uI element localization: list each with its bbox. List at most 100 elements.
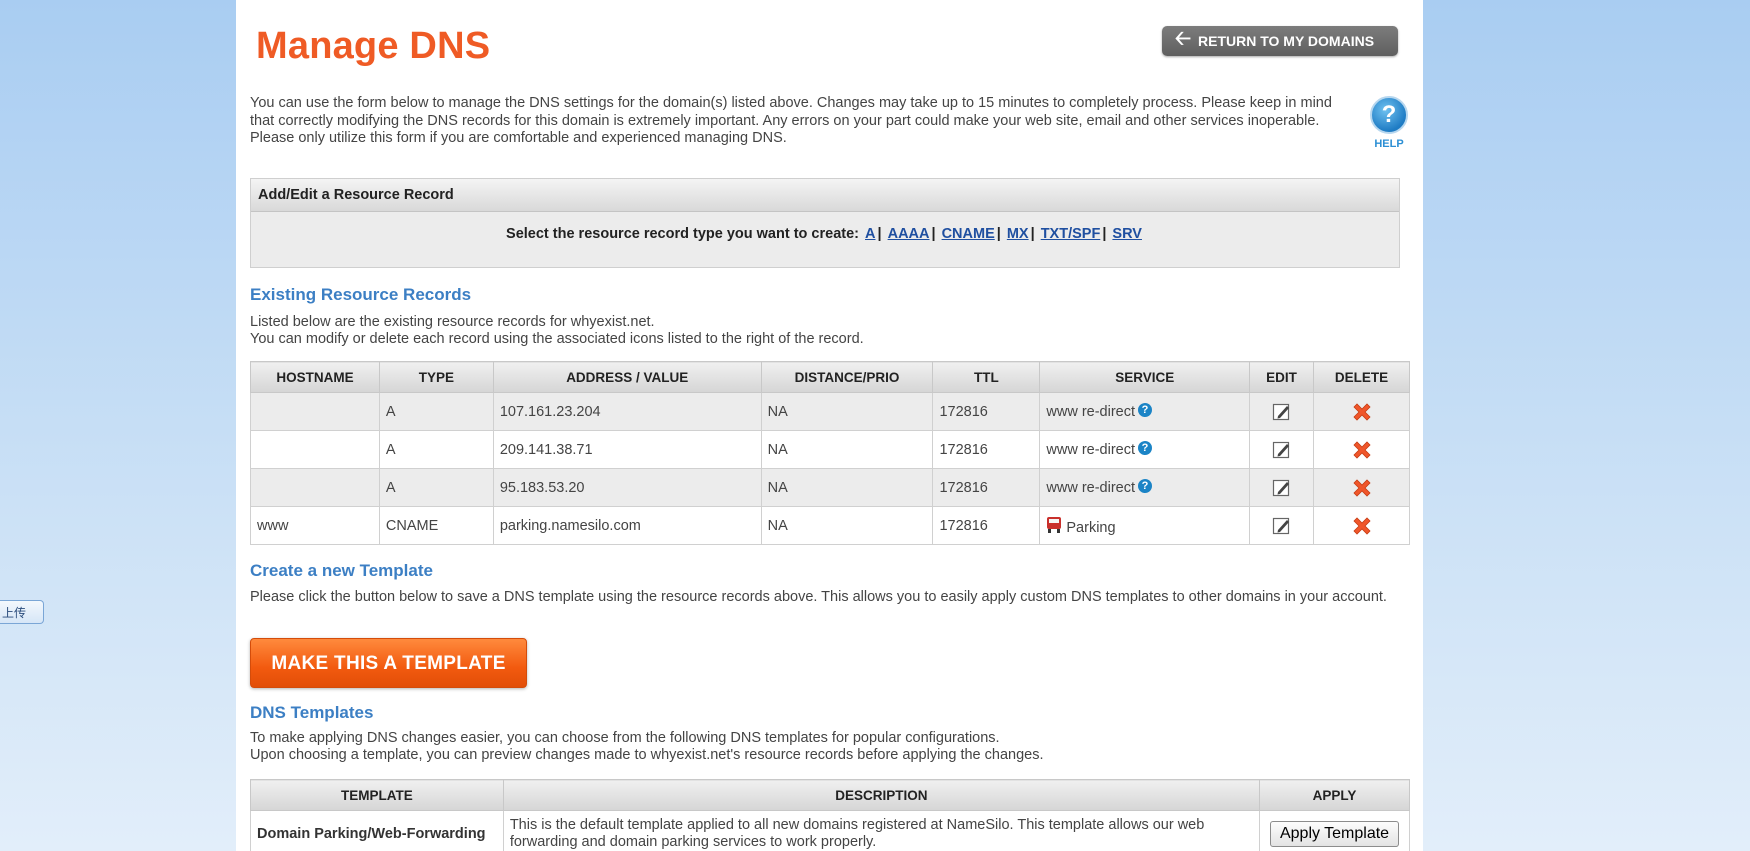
template-description-cell: This is the default template applied to … (502, 810, 1261, 851)
add-edit-record-panel: Add/Edit a Resource Record Select the re… (250, 178, 1400, 268)
column-header-value: ADDRESS / VALUE (492, 361, 762, 393)
table-header-row: HOSTNAME TYPE ADDRESS / VALUE DISTANCE/P… (250, 361, 1410, 393)
dns-templates-title: DNS Templates (250, 703, 374, 722)
delete-cell (1313, 468, 1410, 507)
service-label: www re-direct (1046, 442, 1135, 458)
existing-records-description: Listed below are the existing resource r… (250, 314, 1390, 348)
intro-text: You can use the form below to manage the… (250, 95, 1332, 146)
prio-cell: NA (760, 468, 934, 507)
add-edit-record-title: Add/Edit a Resource Record (251, 179, 1399, 212)
service-cell: Parking (1039, 506, 1251, 545)
record-type-aaaa-link[interactable]: AAAA (888, 226, 930, 242)
service-label: Parking (1066, 519, 1116, 536)
apply-cell: Apply Template (1259, 810, 1410, 851)
edit-icon[interactable] (1272, 440, 1292, 460)
type-cell: CNAME (378, 506, 494, 545)
create-template-description: Please click the button below to save a … (250, 589, 1387, 605)
return-to-domains-label: RETURN TO MY DOMAINS (1198, 33, 1375, 49)
column-header-service: SERVICE (1039, 361, 1251, 393)
return-to-domains-button[interactable]: 🡠 RETURN TO MY DOMAINS (1162, 26, 1398, 56)
value-cell: 107.161.23.204 (492, 392, 762, 431)
service-cell: www re-direct? (1039, 392, 1251, 431)
column-header-hostname: HOSTNAME (250, 361, 380, 393)
edit-icon[interactable] (1272, 516, 1292, 536)
service-label: www re-direct (1046, 480, 1135, 496)
record-type-mx-link[interactable]: MX (1007, 226, 1029, 242)
record-type-selector: Select the resource record type you want… (506, 226, 1142, 242)
dns-templates-table: TEMPLATE DESCRIPTION APPLY Domain Parkin… (250, 779, 1410, 851)
service-cell: www re-direct? (1039, 430, 1251, 469)
dns-templates-description: To make applying DNS changes easier, you… (250, 730, 1390, 764)
delete-icon[interactable] (1350, 400, 1374, 424)
side-upload-tab[interactable]: 上传 (0, 600, 44, 624)
resource-records-table: HOSTNAME TYPE ADDRESS / VALUE DISTANCE/P… (250, 361, 1410, 545)
question-icon[interactable]: ? (1138, 403, 1152, 417)
edit-cell (1249, 392, 1315, 431)
service-cell: www re-direct? (1039, 468, 1251, 507)
record-type-cname-link[interactable]: CNAME (942, 226, 995, 242)
hostname-cell (250, 392, 380, 431)
table-row: Domain Parking/Web-Forwarding This is th… (250, 810, 1410, 851)
delete-icon[interactable] (1350, 438, 1374, 462)
column-header-description: DESCRIPTION (502, 779, 1261, 811)
parking-icon (1047, 516, 1062, 533)
table-row: A 95.183.53.20 NA 172816 www re-direct? (250, 468, 1410, 507)
edit-cell (1249, 430, 1315, 469)
column-header-prio: DISTANCE/PRIO (760, 361, 934, 393)
make-template-button[interactable]: MAKE THIS A TEMPLATE (250, 638, 527, 688)
edit-cell (1249, 506, 1315, 545)
column-header-template: TEMPLATE (250, 779, 504, 811)
existing-records-line2: You can modify or delete each record usi… (250, 331, 864, 347)
value-cell: 209.141.38.71 (492, 430, 762, 469)
ttl-cell: 172816 (932, 506, 1041, 545)
column-header-apply: APPLY (1259, 779, 1410, 811)
column-header-delete: DELETE (1313, 361, 1410, 393)
ttl-cell: 172816 (932, 430, 1041, 469)
edit-cell (1249, 468, 1315, 507)
question-icon[interactable]: ? (1138, 441, 1152, 455)
record-type-srv-link[interactable]: SRV (1112, 226, 1142, 242)
type-cell: A (378, 430, 494, 469)
delete-icon[interactable] (1350, 476, 1374, 500)
value-cell: parking.namesilo.com (492, 506, 762, 545)
delete-icon[interactable] (1350, 514, 1374, 538)
service-label: www re-direct (1046, 404, 1135, 420)
question-icon[interactable]: ? (1138, 479, 1152, 493)
existing-records-line1: Listed below are the existing resource r… (250, 314, 655, 330)
column-header-edit: EDIT (1249, 361, 1315, 393)
record-type-txt-spf-link[interactable]: TXT/SPF (1041, 226, 1101, 242)
edit-icon[interactable] (1272, 402, 1292, 422)
prio-cell: NA (760, 506, 934, 545)
type-cell: A (378, 468, 494, 507)
record-type-a-link[interactable]: A (865, 226, 875, 242)
table-row: www CNAME parking.namesilo.com NA 172816… (250, 506, 1410, 545)
prio-cell: NA (760, 430, 934, 469)
arrow-left-icon: 🡠 (1174, 28, 1192, 50)
table-row: A 209.141.38.71 NA 172816 www re-direct? (250, 430, 1410, 469)
template-name-cell: Domain Parking/Web-Forwarding (250, 810, 504, 851)
delete-cell (1313, 430, 1410, 469)
help-label: HELP (1374, 138, 1404, 150)
value-cell: 95.183.53.20 (492, 468, 762, 507)
create-template-title: Create a new Template (250, 561, 433, 580)
table-header-row: TEMPLATE DESCRIPTION APPLY (250, 779, 1410, 811)
edit-icon[interactable] (1272, 478, 1292, 498)
apply-template-button[interactable]: Apply Template (1269, 821, 1400, 847)
column-header-ttl: TTL (932, 361, 1041, 393)
dns-templates-line1: To make applying DNS changes easier, you… (250, 730, 1000, 746)
main-panel: Manage DNS 🡠 RETURN TO MY DOMAINS You ca… (236, 0, 1423, 851)
dns-templates-line2: Upon choosing a template, you can previe… (250, 747, 1044, 763)
hostname-cell (250, 468, 380, 507)
type-cell: A (378, 392, 494, 431)
help-link[interactable]: ? HELP (1369, 96, 1409, 150)
table-row: A 107.161.23.204 NA 172816 www re-direct… (250, 392, 1410, 431)
column-header-type: TYPE (378, 361, 494, 393)
delete-cell (1313, 506, 1410, 545)
ttl-cell: 172816 (932, 468, 1041, 507)
record-type-prompt: Select the resource record type you want… (506, 226, 859, 242)
delete-cell (1313, 392, 1410, 431)
hostname-cell (250, 430, 380, 469)
prio-cell: NA (760, 392, 934, 431)
existing-records-title: Existing Resource Records (250, 285, 472, 304)
question-icon: ? (1370, 96, 1408, 134)
